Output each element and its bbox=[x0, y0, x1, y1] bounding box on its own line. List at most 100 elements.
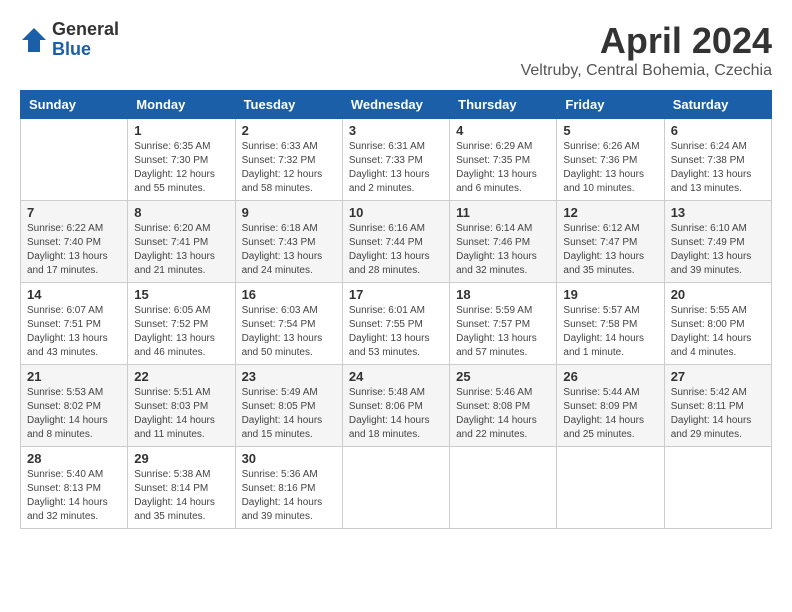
calendar-cell: 28 Sunrise: 5:40 AM Sunset: 8:13 PM Dayli… bbox=[21, 447, 128, 529]
calendar-cell: 14 Sunrise: 6:07 AM Sunset: 7:51 PM Dayli… bbox=[21, 283, 128, 365]
calendar: SundayMondayTuesdayWednesdayThursdayFrid… bbox=[20, 90, 772, 529]
day-info: Sunrise: 5:53 AM Sunset: 8:02 PM Dayligh… bbox=[27, 386, 121, 442]
day-number: 26 bbox=[563, 369, 657, 384]
day-number: 28 bbox=[27, 451, 121, 466]
day-info: Sunrise: 6:18 AM Sunset: 7:43 PM Dayligh… bbox=[242, 222, 336, 278]
day-info: Sunrise: 6:26 AM Sunset: 7:36 PM Dayligh… bbox=[563, 140, 657, 196]
weekday-header-wednesday: Wednesday bbox=[342, 91, 449, 119]
calendar-cell: 1 Sunrise: 6:35 AM Sunset: 7:30 PM Daylig… bbox=[128, 119, 235, 201]
day-info: Sunrise: 5:57 AM Sunset: 7:58 PM Dayligh… bbox=[563, 304, 657, 360]
calendar-week-3: 14 Sunrise: 6:07 AM Sunset: 7:51 PM Dayli… bbox=[21, 283, 772, 365]
day-info: Sunrise: 5:38 AM Sunset: 8:14 PM Dayligh… bbox=[134, 468, 228, 524]
day-number: 14 bbox=[27, 287, 121, 302]
calendar-cell: 29 Sunrise: 5:38 AM Sunset: 8:14 PM Dayli… bbox=[128, 447, 235, 529]
day-info: Sunrise: 6:12 AM Sunset: 7:47 PM Dayligh… bbox=[563, 222, 657, 278]
month-title: April 2024 bbox=[521, 20, 772, 62]
day-info: Sunrise: 5:59 AM Sunset: 7:57 PM Dayligh… bbox=[456, 304, 550, 360]
day-number: 5 bbox=[563, 123, 657, 138]
calendar-cell: 23 Sunrise: 5:49 AM Sunset: 8:05 PM Dayli… bbox=[235, 365, 342, 447]
calendar-cell: 17 Sunrise: 6:01 AM Sunset: 7:55 PM Dayli… bbox=[342, 283, 449, 365]
calendar-header: SundayMondayTuesdayWednesdayThursdayFrid… bbox=[21, 91, 772, 119]
location: Veltruby, Central Bohemia, Czechia bbox=[521, 62, 772, 80]
day-number: 8 bbox=[134, 205, 228, 220]
logo: General Blue bbox=[20, 20, 119, 60]
day-info: Sunrise: 6:10 AM Sunset: 7:49 PM Dayligh… bbox=[671, 222, 765, 278]
weekday-header-friday: Friday bbox=[557, 91, 664, 119]
page-header: General Blue April 2024 Veltruby, Centra… bbox=[20, 20, 772, 80]
calendar-cell: 15Sunrise: 6:05 AM Sunset: 7:52 PM Dayli… bbox=[128, 283, 235, 365]
day-info: Sunrise: 6:20 AM Sunset: 7:41 PM Dayligh… bbox=[134, 222, 228, 278]
day-number: 16 bbox=[242, 287, 336, 302]
calendar-cell: 16 Sunrise: 6:03 AM Sunset: 7:54 PM Dayli… bbox=[235, 283, 342, 365]
weekday-header-monday: Monday bbox=[128, 91, 235, 119]
day-info: Sunrise: 5:44 AM Sunset: 8:09 PM Dayligh… bbox=[563, 386, 657, 442]
calendar-cell: 10 Sunrise: 6:16 AM Sunset: 7:44 PM Dayli… bbox=[342, 201, 449, 283]
day-info: Sunrise: 5:46 AM Sunset: 8:08 PM Dayligh… bbox=[456, 386, 550, 442]
day-number: 19 bbox=[563, 287, 657, 302]
day-info: Sunrise: 6:01 AM Sunset: 7:55 PM Dayligh… bbox=[349, 304, 443, 360]
day-number: 20 bbox=[671, 287, 765, 302]
logo-general: General bbox=[52, 20, 119, 40]
day-number: 13 bbox=[671, 205, 765, 220]
day-number: 17 bbox=[349, 287, 443, 302]
calendar-week-4: 21Sunrise: 5:53 AM Sunset: 8:02 PM Dayli… bbox=[21, 365, 772, 447]
day-number: 10 bbox=[349, 205, 443, 220]
calendar-cell: 11 Sunrise: 6:14 AM Sunset: 7:46 PM Dayli… bbox=[450, 201, 557, 283]
day-info: Sunrise: 5:36 AM Sunset: 8:16 PM Dayligh… bbox=[242, 468, 336, 524]
day-info: Sunrise: 5:40 AM Sunset: 8:13 PM Dayligh… bbox=[27, 468, 121, 524]
day-number: 3 bbox=[349, 123, 443, 138]
day-number: 29 bbox=[134, 451, 228, 466]
weekday-header-thursday: Thursday bbox=[450, 91, 557, 119]
calendar-week-5: 28 Sunrise: 5:40 AM Sunset: 8:13 PM Dayli… bbox=[21, 447, 772, 529]
title-block: April 2024 Veltruby, Central Bohemia, Cz… bbox=[521, 20, 772, 80]
day-info: Sunrise: 5:48 AM Sunset: 8:06 PM Dayligh… bbox=[349, 386, 443, 442]
weekday-header-tuesday: Tuesday bbox=[235, 91, 342, 119]
day-info: Sunrise: 6:29 AM Sunset: 7:35 PM Dayligh… bbox=[456, 140, 550, 196]
calendar-cell: 25 Sunrise: 5:46 AM Sunset: 8:08 PM Dayli… bbox=[450, 365, 557, 447]
day-info: Sunrise: 6:03 AM Sunset: 7:54 PM Dayligh… bbox=[242, 304, 336, 360]
calendar-cell: 30 Sunrise: 5:36 AM Sunset: 8:16 PM Dayli… bbox=[235, 447, 342, 529]
day-number: 1 bbox=[134, 123, 228, 138]
calendar-cell: 22 Sunrise: 5:51 AM Sunset: 8:03 PM Dayli… bbox=[128, 365, 235, 447]
day-number: 4 bbox=[456, 123, 550, 138]
day-number: 22 bbox=[134, 369, 228, 384]
day-number: 6 bbox=[671, 123, 765, 138]
day-info: Sunrise: 6:07 AM Sunset: 7:51 PM Dayligh… bbox=[27, 304, 121, 360]
calendar-cell: 2 Sunrise: 6:33 AM Sunset: 7:32 PM Daylig… bbox=[235, 119, 342, 201]
day-info: Sunrise: 6:14 AM Sunset: 7:46 PM Dayligh… bbox=[456, 222, 550, 278]
weekday-header-sunday: Sunday bbox=[21, 91, 128, 119]
day-info: Sunrise: 6:31 AM Sunset: 7:33 PM Dayligh… bbox=[349, 140, 443, 196]
day-info: Sunrise: 5:49 AM Sunset: 8:05 PM Dayligh… bbox=[242, 386, 336, 442]
day-number: 24 bbox=[349, 369, 443, 384]
day-number: 18 bbox=[456, 287, 550, 302]
day-number: 15 bbox=[134, 287, 228, 302]
day-info: Sunrise: 6:33 AM Sunset: 7:32 PM Dayligh… bbox=[242, 140, 336, 196]
weekday-header-saturday: Saturday bbox=[664, 91, 771, 119]
calendar-week-2: 7Sunrise: 6:22 AM Sunset: 7:40 PM Daylig… bbox=[21, 201, 772, 283]
day-number: 23 bbox=[242, 369, 336, 384]
logo-text: General Blue bbox=[52, 20, 119, 60]
calendar-cell bbox=[21, 119, 128, 201]
day-number: 30 bbox=[242, 451, 336, 466]
day-number: 27 bbox=[671, 369, 765, 384]
calendar-cell: 3 Sunrise: 6:31 AM Sunset: 7:33 PM Daylig… bbox=[342, 119, 449, 201]
day-info: Sunrise: 5:51 AM Sunset: 8:03 PM Dayligh… bbox=[134, 386, 228, 442]
calendar-week-1: 1 Sunrise: 6:35 AM Sunset: 7:30 PM Daylig… bbox=[21, 119, 772, 201]
day-info: Sunrise: 6:35 AM Sunset: 7:30 PM Dayligh… bbox=[134, 140, 228, 196]
calendar-cell: 24 Sunrise: 5:48 AM Sunset: 8:06 PM Dayli… bbox=[342, 365, 449, 447]
calendar-cell bbox=[557, 447, 664, 529]
day-number: 25 bbox=[456, 369, 550, 384]
calendar-cell: 8 Sunrise: 6:20 AM Sunset: 7:41 PM Daylig… bbox=[128, 201, 235, 283]
calendar-body: 1 Sunrise: 6:35 AM Sunset: 7:30 PM Daylig… bbox=[21, 119, 772, 529]
calendar-cell: 13 Sunrise: 6:10 AM Sunset: 7:49 PM Dayli… bbox=[664, 201, 771, 283]
day-info: Sunrise: 6:16 AM Sunset: 7:44 PM Dayligh… bbox=[349, 222, 443, 278]
calendar-cell: 21Sunrise: 5:53 AM Sunset: 8:02 PM Dayli… bbox=[21, 365, 128, 447]
day-number: 2 bbox=[242, 123, 336, 138]
day-number: 11 bbox=[456, 205, 550, 220]
day-info: Sunrise: 5:42 AM Sunset: 8:11 PM Dayligh… bbox=[671, 386, 765, 442]
day-info: Sunrise: 6:24 AM Sunset: 7:38 PM Dayligh… bbox=[671, 140, 765, 196]
day-number: 7 bbox=[27, 205, 121, 220]
day-info: Sunrise: 5:55 AM Sunset: 8:00 PM Dayligh… bbox=[671, 304, 765, 360]
calendar-cell: 6 Sunrise: 6:24 AM Sunset: 7:38 PM Daylig… bbox=[664, 119, 771, 201]
calendar-cell: 9Sunrise: 6:18 AM Sunset: 7:43 PM Daylig… bbox=[235, 201, 342, 283]
